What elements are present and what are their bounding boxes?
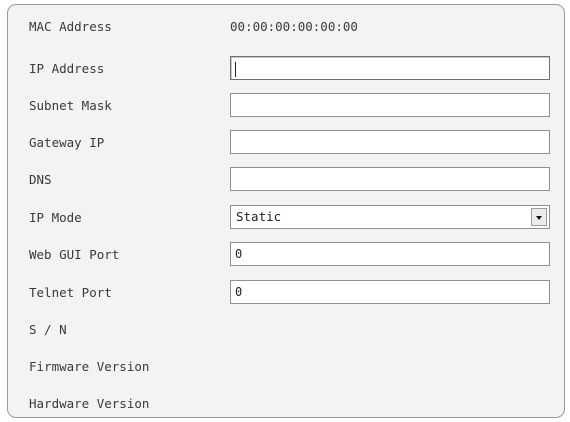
firmware-version-row: Firmware Version	[8, 353, 564, 381]
ip-mode-row: IP Mode Static	[8, 204, 564, 232]
ip-mode-select[interactable]: Static	[230, 205, 550, 229]
telnet-port-label: Telnet Port	[29, 285, 112, 300]
ip-address-row: IP Address	[8, 55, 564, 83]
gateway-ip-row: Gateway IP	[8, 129, 564, 157]
network-settings-panel: MAC Address 00:00:00:00:00:00 IP Address…	[7, 4, 565, 418]
ip-mode-selected-value: Static	[236, 209, 282, 224]
serial-number-label: S / N	[29, 322, 67, 337]
mac-address-value: 00:00:00:00:00:00	[230, 19, 358, 34]
hardware-version-label: Hardware Version	[29, 396, 150, 411]
dns-input[interactable]	[230, 167, 550, 191]
web-gui-port-row: Web GUI Port	[8, 241, 564, 269]
telnet-port-input[interactable]	[230, 280, 550, 304]
ip-mode-dropdown-button[interactable]	[531, 208, 547, 226]
subnet-mask-label: Subnet Mask	[29, 98, 112, 113]
chevron-down-icon	[536, 216, 542, 220]
web-gui-port-input[interactable]	[230, 242, 550, 266]
ip-address-label: IP Address	[29, 61, 105, 76]
firmware-version-label: Firmware Version	[29, 359, 150, 374]
dns-label: DNS	[29, 172, 52, 187]
ip-address-input[interactable]	[230, 56, 550, 80]
subnet-mask-row: Subnet Mask	[8, 92, 564, 120]
mac-address-row: MAC Address 00:00:00:00:00:00	[8, 13, 564, 41]
dns-row: DNS	[8, 166, 564, 194]
hardware-version-row: Hardware Version	[8, 390, 564, 418]
mac-address-label: MAC Address	[29, 19, 112, 34]
ip-mode-label: IP Mode	[29, 210, 82, 225]
web-gui-port-label: Web GUI Port	[29, 247, 120, 262]
subnet-mask-input[interactable]	[230, 93, 550, 117]
gateway-ip-label: Gateway IP	[29, 135, 105, 150]
text-cursor	[235, 62, 236, 77]
serial-number-row: S / N	[8, 316, 564, 344]
gateway-ip-input[interactable]	[230, 130, 550, 154]
telnet-port-row: Telnet Port	[8, 279, 564, 307]
